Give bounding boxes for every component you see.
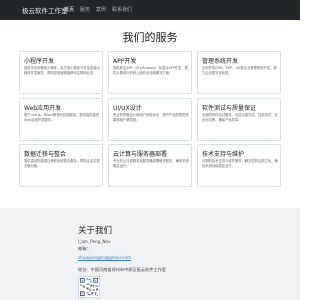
service-card-description: 提供原生APP（iOS/Android）及混合APP开发，提供从需求分析到上线的… — [113, 66, 188, 75]
brand-logo-text[interactable]: 极云软件工作室 — [22, 5, 68, 15]
about-title: 关于我们 — [78, 226, 113, 236]
service-card-ui-ux: UI/UX设计 专业的界面设计和用户体验优化，提升产品的视觉效果和用户满意度。 — [108, 98, 192, 141]
address-text: 地址：中国河南省郑州市中原区极云软件工作室 — [78, 267, 166, 272]
service-card-description: 全面的软件测试服务，包括功能测试、性能测试、安全测试等，确保产品质量。 — [202, 113, 278, 122]
service-card-app: APP开发 提供原生APP（iOS/Android）及混合APP开发，提供从需求… — [108, 51, 192, 94]
service-card-cloud: 云计算与服务器部署 专业的云计算服务及服务器部署维护服务，确保系统稳定运行。 — [108, 144, 192, 187]
service-card-miniprogram: 小程序开发 提供专业的微信小程序、支付宝小程序开发及多端小程序开发服务，帮助您快… — [19, 51, 103, 94]
service-card-description: 提供专业的微信小程序、支付宝小程序开发及多端小程序开发服务，帮助您快速搭建移动互… — [24, 66, 100, 75]
about-footer: 关于我们 I_am_Peng_Nov 邮箱： shuaipengen@gmail… — [0, 208, 300, 300]
service-card-description: 定制开发CRM、ERP、OA等企业管理系统开发，助力企业数字化转型。 — [202, 66, 277, 75]
nav-link-contact[interactable]: 联系我们 — [112, 6, 132, 13]
nav-link-home[interactable]: 首页 — [64, 6, 74, 13]
nav-link-cases[interactable]: 案例 — [96, 6, 106, 13]
email-link[interactable]: shuaipengen@gmail.com — [78, 255, 131, 260]
service-card-data-migration: 数据迁移与整合 提供高效的数据迁移和系统整合服务，帮助企业实现无缝对接。 — [19, 144, 103, 187]
service-card-title: 小程序开发 — [24, 58, 55, 65]
top-navbar: 极云软件工作室 首页 服务 案例 联系我们 — [0, 0, 300, 20]
service-card-title: 数据迁移与整合 — [24, 151, 67, 158]
service-card-title: 管理系统开发 — [202, 58, 239, 65]
service-card-description: 基于Vue.js、React等现代前端框架，提供高性能的Web应用开发服务。 — [24, 113, 100, 122]
service-card-title: Web应用开发 — [24, 105, 62, 112]
service-card-support: 技术支持与维护 长期的技术支持与维护服务，解决您的后顾之忧，确保系统持续稳定运行… — [197, 144, 281, 187]
service-card-title: 软件测试与质量保证 — [202, 105, 257, 112]
service-card-title: 技术支持与维护 — [202, 151, 245, 158]
service-card-description: 提供高效的数据迁移和系统整合服务，帮助企业实现无缝对接。 — [24, 159, 100, 168]
service-card-title: UI/UX设计 — [113, 105, 142, 112]
service-card-title: APP开发 — [113, 58, 137, 65]
service-card-title: 云计算与服务器部署 — [113, 151, 168, 158]
service-card-description: 长期的技术支持与维护服务，解决您的后顾之忧，确保系统持续稳定运行。 — [202, 159, 278, 168]
qq-id: I_am_Peng_Nov — [78, 239, 111, 244]
qr-code-image — [78, 276, 100, 298]
service-card-web-app: Web应用开发 基于Vue.js、React等现代前端框架，提供高性能的Web应… — [19, 98, 103, 141]
service-card-management-system: 管理系统开发 定制开发CRM、ERP、OA等企业管理系统开发，助力企业数字化转型… — [197, 51, 281, 94]
service-card-description: 专业的云计算服务及服务器部署维护服务，确保系统稳定运行。 — [113, 159, 189, 168]
qr-code-icon — [79, 277, 99, 297]
services-section-title: 我们的服务 — [122, 31, 178, 44]
nav-link-services[interactable]: 服务 — [80, 6, 90, 13]
email-label: 邮箱： — [78, 246, 91, 251]
service-card-testing: 软件测试与质量保证 全面的软件测试服务，包括功能测试、性能测试、安全测试等，确保… — [197, 98, 281, 141]
service-card-description: 专业的界面设计和用户体验优化，提升产品的视觉效果和用户满意度。 — [113, 113, 189, 122]
nav-links: 首页 服务 案例 联系我们 — [64, 6, 132, 13]
